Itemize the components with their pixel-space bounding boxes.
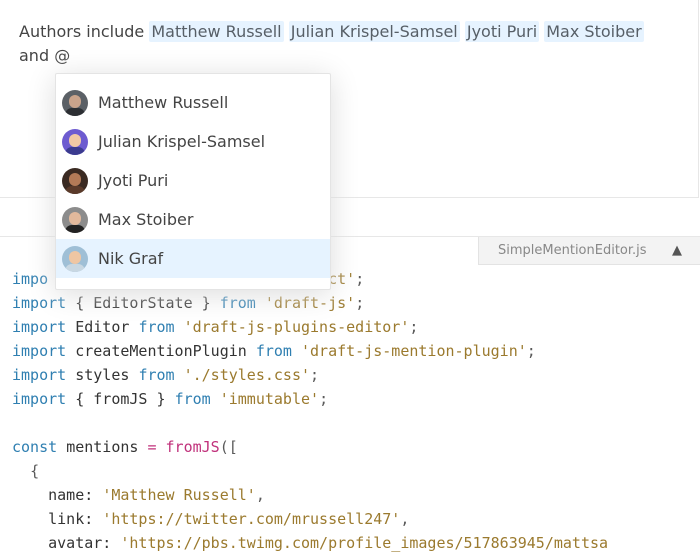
avatar <box>62 206 88 233</box>
code-token: './styles.css' <box>183 366 311 384</box>
code-token: ([ <box>219 438 238 456</box>
avatar <box>62 245 88 272</box>
mention-chip[interactable]: Max Stoiber <box>544 21 644 42</box>
suggestion-julian-krispel-samsel[interactable]: Julian Krispel-Samsel <box>56 122 330 161</box>
avatar <box>62 167 88 194</box>
suggestion-max-stoiber[interactable]: Max Stoiber <box>56 200 330 239</box>
code-token: mentions <box>66 438 139 456</box>
code-token: 'https://pbs.twimg.com/profile_images/51… <box>120 534 609 552</box>
code-token: import <box>12 318 67 336</box>
suggestion-label: Matthew Russell <box>98 93 229 112</box>
code-token: avatar: <box>48 534 112 552</box>
suggestion-nik-graf[interactable]: Nik Graf <box>56 239 330 278</box>
code-token: { <box>30 462 40 480</box>
code-token: import <box>12 294 67 312</box>
avatar <box>62 89 88 116</box>
code-token: link: <box>48 510 94 528</box>
code-token: fromJS <box>165 438 220 456</box>
code-token: from <box>219 294 256 312</box>
mention-suggestions-popover: Matthew Russell Julian Krispel-Samsel Jy… <box>55 73 331 290</box>
code-token: from <box>255 342 292 360</box>
code-token: from <box>138 318 175 336</box>
code-token: { fromJS } <box>75 390 166 408</box>
code-token: impo <box>12 270 49 288</box>
code-token: 'draft-js-mention-plugin' <box>301 342 527 360</box>
code-token: 'Matthew Russell' <box>102 486 256 504</box>
editor-prefix-text: Authors include <box>19 22 145 41</box>
suggestion-matthew-russell[interactable]: Matthew Russell <box>56 83 330 122</box>
code-token: import <box>12 390 67 408</box>
file-tab-label: SimpleMentionEditor.js <box>498 243 647 258</box>
collapse-arrow-icon[interactable]: ▲ <box>672 237 682 265</box>
suggestion-label: Max Stoiber <box>98 210 194 229</box>
code-token: import <box>12 342 67 360</box>
code-block: impo m 'react'; import { EditorState } f… <box>12 267 608 555</box>
suggestion-label: Jyoti Puri <box>98 171 169 190</box>
code-token: ; <box>526 342 536 360</box>
code-token: , <box>255 486 265 504</box>
code-token: createMentionPlugin <box>75 342 247 360</box>
avatar <box>62 128 88 155</box>
code-token: 'immutable' <box>219 390 320 408</box>
code-token: styles <box>75 366 130 384</box>
code-token: 'draft-js' <box>264 294 356 312</box>
editor-trailing-text: and @ <box>19 46 71 65</box>
code-token: = <box>147 438 157 456</box>
file-tab[interactable]: SimpleMentionEditor.js ▲ <box>478 237 700 265</box>
code-token: from <box>138 366 175 384</box>
code-token: , <box>400 510 410 528</box>
code-token: Editor <box>75 318 130 336</box>
mention-chip[interactable]: Julian Krispel-Samsel <box>288 21 460 42</box>
code-token: ; <box>355 270 365 288</box>
code-token: 'https://twitter.com/mrussell247' <box>102 510 401 528</box>
code-token: import <box>12 366 67 384</box>
editor-content[interactable]: Authors include Matthew Russell Julian K… <box>19 20 679 68</box>
suggestion-label: Nik Graf <box>98 249 164 268</box>
suggestion-label: Julian Krispel-Samsel <box>98 132 266 151</box>
code-token: ; <box>310 366 320 384</box>
code-token: { EditorState } <box>75 294 211 312</box>
mention-chip[interactable]: Matthew Russell <box>149 21 284 42</box>
code-token: name: <box>48 486 94 504</box>
code-token: const <box>12 438 58 456</box>
code-token: ; <box>319 390 329 408</box>
code-token: 'draft-js-plugins-editor' <box>183 318 410 336</box>
code-token: ; <box>409 318 419 336</box>
suggestion-jyoti-puri[interactable]: Jyoti Puri <box>56 161 330 200</box>
mention-chip[interactable]: Jyoti Puri <box>464 21 540 42</box>
code-token: from <box>174 390 211 408</box>
code-token: ; <box>355 294 365 312</box>
